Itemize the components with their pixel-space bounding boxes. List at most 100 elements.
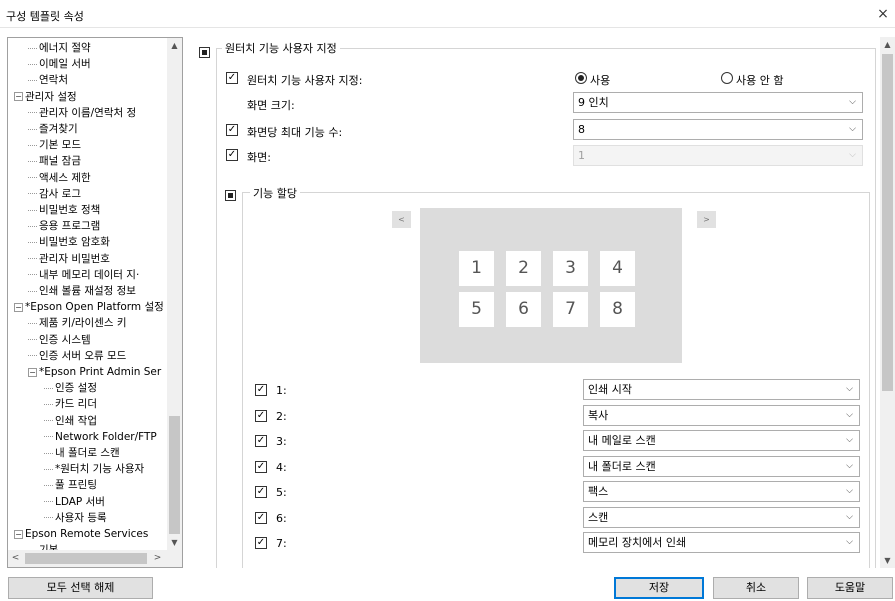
tree-item[interactable]: LDAP 서버	[44, 494, 105, 511]
tree-item[interactable]: 패널 잠금	[28, 153, 81, 170]
pane-vertical-scrollbar[interactable]: ▲ ▼	[880, 37, 895, 568]
preview-key-5[interactable]: 5	[459, 292, 494, 327]
tree-item[interactable]: − 관리자 설정	[14, 89, 77, 106]
assignment-select[interactable]: 팩스 ⌵	[583, 481, 860, 502]
screen-checkbox[interactable]: ✓	[226, 149, 238, 161]
tree-item[interactable]: 응용 프로그램	[28, 218, 100, 235]
tree-item[interactable]: 인증 설정	[44, 380, 97, 397]
radio-enable[interactable]	[575, 72, 587, 84]
assignment-select[interactable]: 복사 ⌵	[583, 404, 860, 426]
scroll-down-icon[interactable]: ▼	[167, 535, 182, 550]
tree-item[interactable]: 제품 키/라이센스 키	[28, 315, 127, 332]
assignment-checkbox[interactable]: ✓	[255, 486, 267, 498]
tree-connector	[28, 160, 37, 162]
assignment-select[interactable]: 스캔 ⌵	[583, 506, 860, 528]
tree-item[interactable]: 즐겨찾기	[28, 121, 78, 138]
preview-key-4[interactable]: 4	[600, 251, 635, 286]
radio-disable[interactable]	[721, 72, 733, 84]
preview-key-2[interactable]: 2	[506, 251, 541, 286]
preview-key-8[interactable]: 8	[600, 292, 635, 327]
preview-key-1[interactable]: 1	[459, 251, 494, 286]
assignment-checkbox[interactable]: ✓	[255, 384, 267, 396]
scroll-up-icon[interactable]: ▲	[880, 37, 895, 52]
tree-item[interactable]: 관리자 비밀번호	[28, 251, 110, 268]
assignment-checkbox[interactable]: ✓	[255, 460, 267, 473]
assignment-checkbox[interactable]: ✓	[255, 511, 267, 524]
assignment-select[interactable]: 내 폴더로 스캔 ⌵	[583, 455, 860, 477]
tree-item-label: *Epson Print Admin Ser	[39, 366, 162, 378]
tree-item[interactable]: − *Epson Print Admin Ser	[28, 364, 161, 381]
chevron-down-icon: ⌵	[846, 409, 853, 420]
title-bar: 구성 템플릿 속성 ×	[0, 0, 895, 28]
collapse-icon[interactable]: −	[28, 367, 37, 377]
settings-tree[interactable]: 에너지 절약 이메일 서버 연락처 − 관리자 설정 관리자 이름/연락처 정 즐겨찾기 기본…	[7, 37, 183, 568]
assign-collapse-icon[interactable]	[225, 190, 236, 201]
tree-item[interactable]: 액세스 제한	[28, 170, 91, 187]
tree-connector	[44, 436, 53, 438]
scroll-up-icon[interactable]: ▲	[167, 38, 182, 53]
close-icon[interactable]: ×	[875, 6, 891, 22]
tree-item[interactable]: 감사 로그	[28, 186, 81, 203]
tree-item[interactable]: 에너지 절약	[28, 40, 91, 57]
tree-item[interactable]: *원터치 기능 사용자	[44, 461, 144, 478]
tree-item[interactable]: 인쇄 볼륨 재설정 정보	[28, 283, 136, 300]
group-collapse-icon[interactable]	[199, 47, 210, 58]
collapse-icon[interactable]: −	[14, 529, 23, 539]
assignment-checkbox[interactable]: ✓	[255, 409, 267, 422]
tree-item[interactable]: 인증 서버 오류 모드	[28, 348, 126, 365]
assignment-select[interactable]: 내 메일로 스캔 ⌵	[583, 430, 860, 451]
tree-item[interactable]: 연락처	[28, 72, 68, 89]
prev-screen-button[interactable]: <	[392, 211, 411, 228]
tree-connector	[28, 339, 37, 341]
tree-item[interactable]: 풀 프린팅	[44, 477, 97, 494]
screen-size-select[interactable]: 9 인치 ⌵	[573, 92, 863, 113]
tree-item[interactable]: 비밀번호 정책	[28, 202, 100, 219]
chevron-down-icon: ⌵	[849, 150, 856, 160]
save-button[interactable]: 저장	[614, 577, 704, 599]
collapse-icon[interactable]: −	[14, 302, 23, 312]
tree-horizontal-scrollbar[interactable]: < >	[8, 550, 182, 567]
enable-checkbox[interactable]: ✓	[226, 72, 238, 84]
tree-item[interactable]: Network Folder/FTP	[44, 429, 157, 446]
tree-item[interactable]: − Epson Remote Services	[14, 526, 148, 543]
tree-item[interactable]: 인쇄 작업	[44, 413, 97, 430]
tree-item[interactable]: 내부 메모리 데이터 지·	[28, 267, 139, 284]
tree-item-label: 관리자 설정	[25, 90, 77, 103]
pane-scroll-thumb[interactable]	[882, 54, 893, 391]
cancel-button[interactable]: 취소	[713, 577, 799, 599]
collapse-icon[interactable]: −	[14, 92, 23, 102]
assignment-checkbox[interactable]: ✓	[255, 435, 267, 447]
preview-key-7[interactable]: 7	[553, 292, 588, 327]
scroll-right-icon[interactable]: >	[150, 550, 165, 567]
max-functions-checkbox[interactable]: ✓	[226, 124, 238, 136]
help-button[interactable]: 도움말	[807, 577, 893, 599]
scroll-down-icon[interactable]: ▼	[880, 553, 895, 568]
tree-item[interactable]: 인증 시스템	[28, 332, 91, 349]
tree-item-label: 인증 시스템	[39, 333, 91, 346]
deselect-all-button[interactable]: 모두 선택 해제	[8, 577, 153, 599]
enable-label: 원터치 기능 사용자 지정:	[247, 74, 363, 87]
tree-item[interactable]: 관리자 이름/연락처 정	[28, 105, 136, 122]
tree-item[interactable]: 비밀번호 암호화	[28, 234, 110, 251]
assignment-select[interactable]: 메모리 장치에서 인쇄 ⌵	[583, 532, 860, 553]
preview-key-3[interactable]: 3	[553, 251, 588, 286]
tree-item[interactable]: 기본 모드	[28, 137, 81, 154]
tree-hscroll-thumb[interactable]	[25, 553, 147, 564]
chevron-down-icon: ⌵	[846, 537, 853, 547]
tree-scroll-thumb[interactable]	[169, 416, 180, 534]
tree-connector	[28, 241, 37, 243]
tree-vertical-scrollbar[interactable]: ▲ ▼	[167, 38, 182, 550]
tree-item[interactable]: − *Epson Open Platform 설정	[14, 299, 164, 316]
tree-item[interactable]: 이메일 서버	[28, 56, 91, 73]
tree-item[interactable]: 내 폴더로 스캔	[44, 445, 120, 462]
tree-item[interactable]: 카드 리더	[44, 396, 97, 413]
tree-item-label: Network Folder/FTP	[55, 430, 157, 443]
assignment-checkbox[interactable]: ✓	[255, 537, 267, 549]
preview-key-6[interactable]: 6	[506, 292, 541, 327]
max-functions-select[interactable]: 8 ⌵	[573, 119, 863, 140]
next-screen-button[interactable]: >	[697, 211, 716, 228]
assignment-select[interactable]: 인쇄 시작 ⌵	[583, 379, 860, 400]
tree-item[interactable]: 사용자 등록	[44, 510, 107, 527]
tree-item-label: 기본 모드	[39, 139, 81, 152]
scroll-left-icon[interactable]: <	[8, 550, 23, 567]
